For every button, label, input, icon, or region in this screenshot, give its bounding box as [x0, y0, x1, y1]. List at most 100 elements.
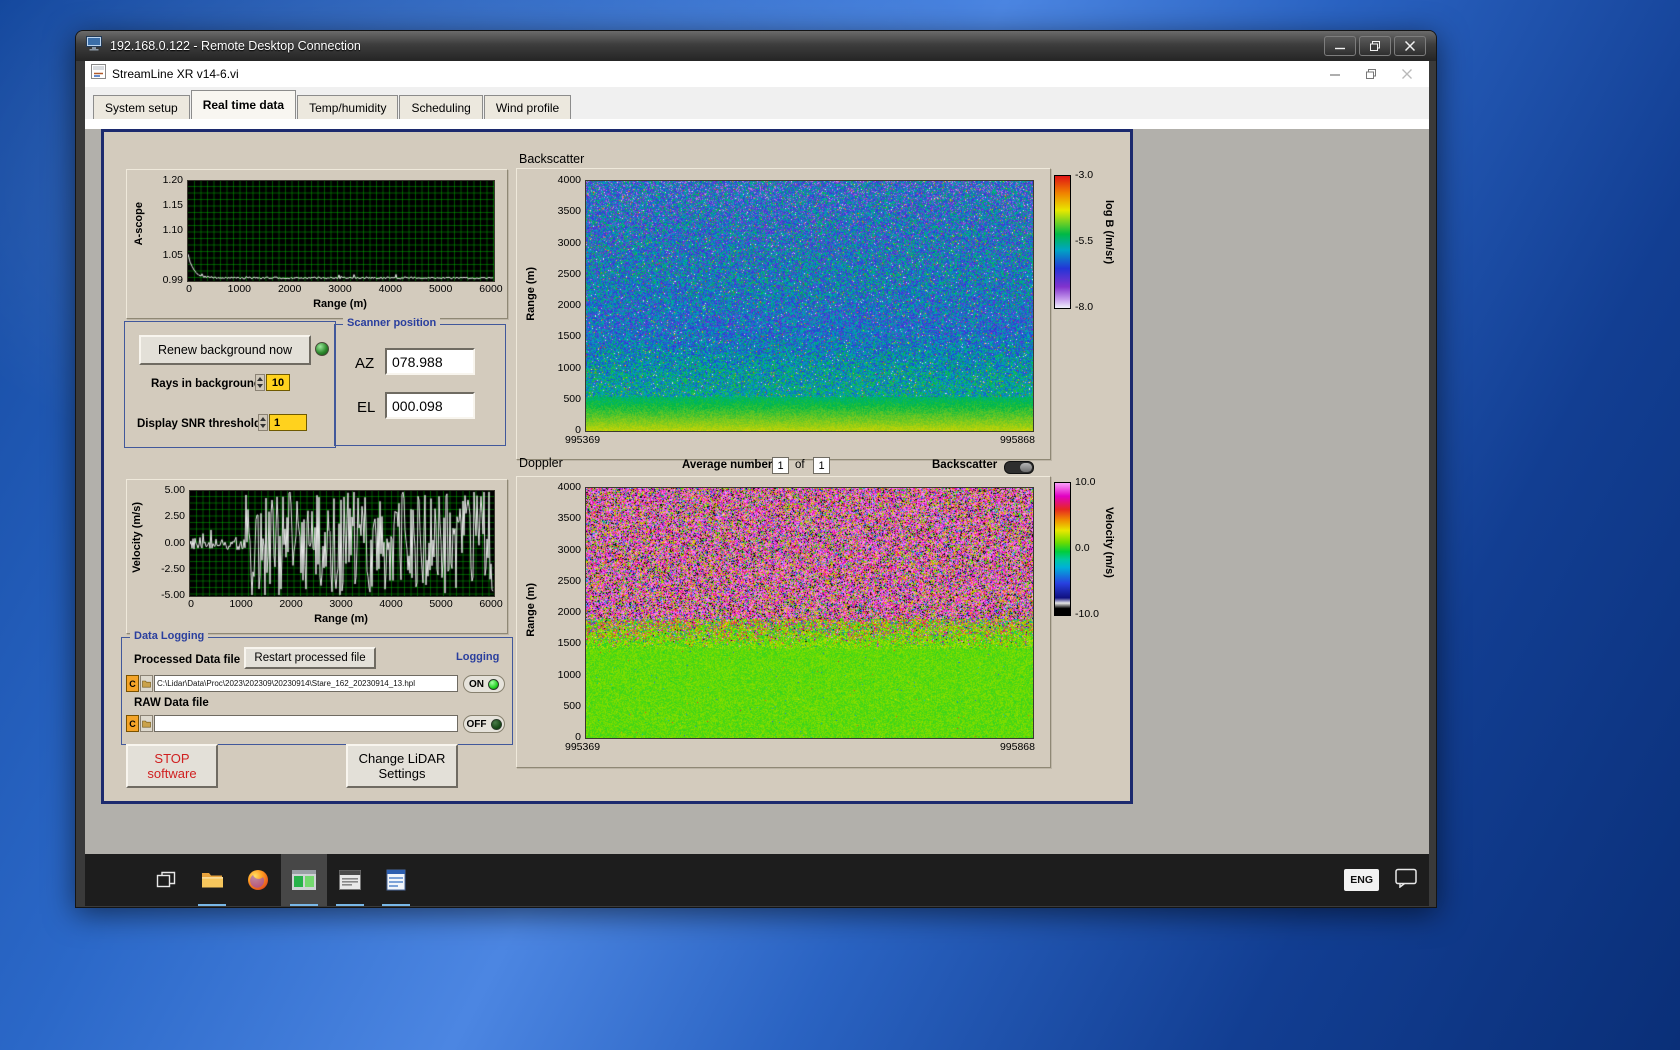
stop-button-line2: software [147, 766, 197, 781]
doppler-colorbar-max: 10.0 [1075, 476, 1096, 488]
task-view-icon [156, 871, 176, 888]
blue-document-icon [386, 869, 406, 891]
rdp-minimize-button[interactable] [1324, 36, 1356, 56]
velocity-plot [189, 490, 495, 597]
action-center-button[interactable] [1395, 868, 1417, 893]
chat-bubble-icon [1395, 868, 1417, 889]
tick-label: 0 [186, 283, 192, 295]
task-view-button[interactable] [143, 854, 189, 906]
tick-label: 2000 [277, 283, 302, 295]
backscatter-section-title: Backscatter [519, 152, 585, 166]
velocity-x-ticks: 0 1000 2000 3000 4000 5000 6000 [175, 598, 507, 610]
tab-wind-profile[interactable]: Wind profile [483, 95, 572, 119]
rdp-maximize-button[interactable] [1359, 36, 1391, 56]
restart-processed-file-button[interactable]: Restart processed file [244, 647, 376, 669]
firefox-button[interactable] [235, 854, 281, 906]
doppler-plot-frame: Range (m) 4000 3500 3000 2500 2000 1500 1000 50… [516, 476, 1051, 768]
average-of-field[interactable]: 1 [813, 457, 830, 474]
file-explorer-button[interactable] [189, 854, 235, 906]
rdp-close-button[interactable] [1394, 36, 1426, 56]
doppler-colorbar [1054, 482, 1071, 616]
doppler-colorbar-min: -10.0 [1075, 608, 1099, 620]
processed-data-file-label: Processed Data file [134, 654, 241, 666]
tick-label: 1000 [557, 668, 581, 681]
backscatter-plot-frame: Range (m) 4000 3500 3000 2500 2000 1500 1000 50… [516, 168, 1051, 460]
tab-system-setup[interactable]: System setup [93, 95, 190, 119]
language-indicator[interactable]: ENG [1344, 869, 1379, 891]
az-label: AZ [355, 355, 375, 372]
ascope-x-axis-label: Range (m) [313, 298, 367, 310]
rdp-titlebar[interactable]: 192.168.0.122 - Remote Desktop Connectio… [76, 31, 1436, 61]
tick-label: 4000 [557, 174, 581, 186]
tick-label: 3500 [557, 512, 581, 525]
ascope-plot [187, 180, 495, 282]
el-label: EL [357, 399, 376, 416]
doppler-colorbar-label: Velocity (m/s) [1103, 507, 1115, 578]
average-of-label: of [795, 459, 805, 471]
tab-real-time-data[interactable]: Real time data [190, 90, 297, 119]
tick-label: 1000 [557, 361, 581, 374]
rays-value-field[interactable]: 10 [266, 374, 290, 391]
taskbar: ENG [85, 854, 1429, 906]
processed-toggle-label: ON [469, 678, 484, 690]
average-number-label: Average number [682, 459, 773, 471]
doppler-x-start: 995369 [565, 741, 601, 753]
backscatter-display-toggle[interactable] [1004, 461, 1034, 474]
tick-label: 1500 [557, 330, 581, 343]
processed-browse-icon[interactable] [140, 675, 153, 692]
streamline-app-window: StreamLine XR v14-6.vi System setup Real… [85, 61, 1429, 854]
tick-label: 1000 [229, 598, 253, 610]
stop-software-button[interactable]: STOP software [126, 744, 218, 788]
scan-scheduler-button[interactable] [327, 854, 373, 906]
tick-label: 5.00 [164, 484, 185, 496]
backscatter-colorbar-label: log B (/m/sr) [1103, 200, 1115, 265]
renew-background-button[interactable]: Renew background now [139, 335, 311, 365]
raw-drive-selector[interactable]: C [126, 715, 139, 732]
doppler-y-axis-label: Range (m) [525, 583, 537, 637]
streamline-app-icon [292, 870, 316, 890]
snr-spinner[interactable] [258, 414, 268, 431]
raw-data-file-label: RAW Data file [134, 697, 209, 709]
az-value: 078.988 [385, 348, 475, 375]
tick-label: 6000 [479, 283, 503, 295]
app-close-button[interactable] [1389, 63, 1425, 85]
app-restore-button[interactable] [1353, 63, 1389, 85]
backscatter-colorbar-max: -3.0 [1075, 169, 1094, 181]
velocity-y-ticks: 5.00 2.50 0.00 -2.50 -5.00 [147, 483, 185, 602]
rays-spinner[interactable] [255, 374, 265, 391]
doppler-x-range: 995369 995868 [565, 741, 1035, 753]
tick-label: 2000 [557, 606, 581, 618]
backscatter-y-axis-label: Range (m) [525, 267, 537, 321]
app-window-title: StreamLine XR v14-6.vi [112, 67, 239, 81]
streamline-app-button[interactable] [281, 854, 327, 906]
tick-label: 0 [188, 598, 194, 610]
raw-logging-toggle[interactable]: OFF [463, 715, 505, 733]
average-number-field[interactable]: 1 [772, 457, 789, 474]
raw-path-field[interactable] [154, 715, 458, 732]
velocity-plot-frame: Velocity (m/s) 5.00 2.50 0.00 -2.50 -5.00 01… [126, 479, 508, 634]
app-minimize-button[interactable] [1317, 63, 1353, 85]
blue-document-app-button[interactable] [373, 854, 419, 906]
tab-bar: System setup Real time data Temp/humidit… [85, 87, 1429, 119]
processed-logging-toggle[interactable]: ON [463, 675, 505, 693]
tick-label: 1.20 [162, 174, 183, 186]
snr-threshold-label: Display SNR threshold [137, 418, 261, 430]
tab-temp-humidity[interactable]: Temp/humidity [297, 95, 399, 119]
tick-label: -2.50 [161, 562, 185, 575]
processed-drive-selector[interactable]: C [126, 675, 139, 692]
tick-label: 2.50 [164, 510, 185, 523]
app-titlebar[interactable]: StreamLine XR v14-6.vi [85, 61, 1429, 87]
front-panel: A-scope 1.20 1.15 1.10 1.05 0.99 0 1000 2000 30… [101, 129, 1133, 804]
tick-label: 3000 [328, 283, 352, 295]
processed-path-field[interactable]: C:\Lidar\Data\Proc\2023\202309\20230914\… [154, 675, 458, 692]
tick-label: 4000 [557, 481, 581, 493]
tick-label: 4000 [378, 283, 402, 295]
raw-browse-icon[interactable] [140, 715, 153, 732]
scanner-position-group: Scanner position AZ 078.988 EL 000.098 [334, 317, 506, 446]
logging-label: Logging [456, 651, 500, 663]
snr-value-field[interactable]: 1 [269, 414, 307, 431]
change-lidar-settings-button[interactable]: Change LiDAR Settings [346, 744, 458, 788]
tab-scheduling[interactable]: Scheduling [399, 95, 483, 119]
tick-label: 1.05 [162, 249, 183, 261]
tick-label: 5000 [428, 283, 453, 295]
